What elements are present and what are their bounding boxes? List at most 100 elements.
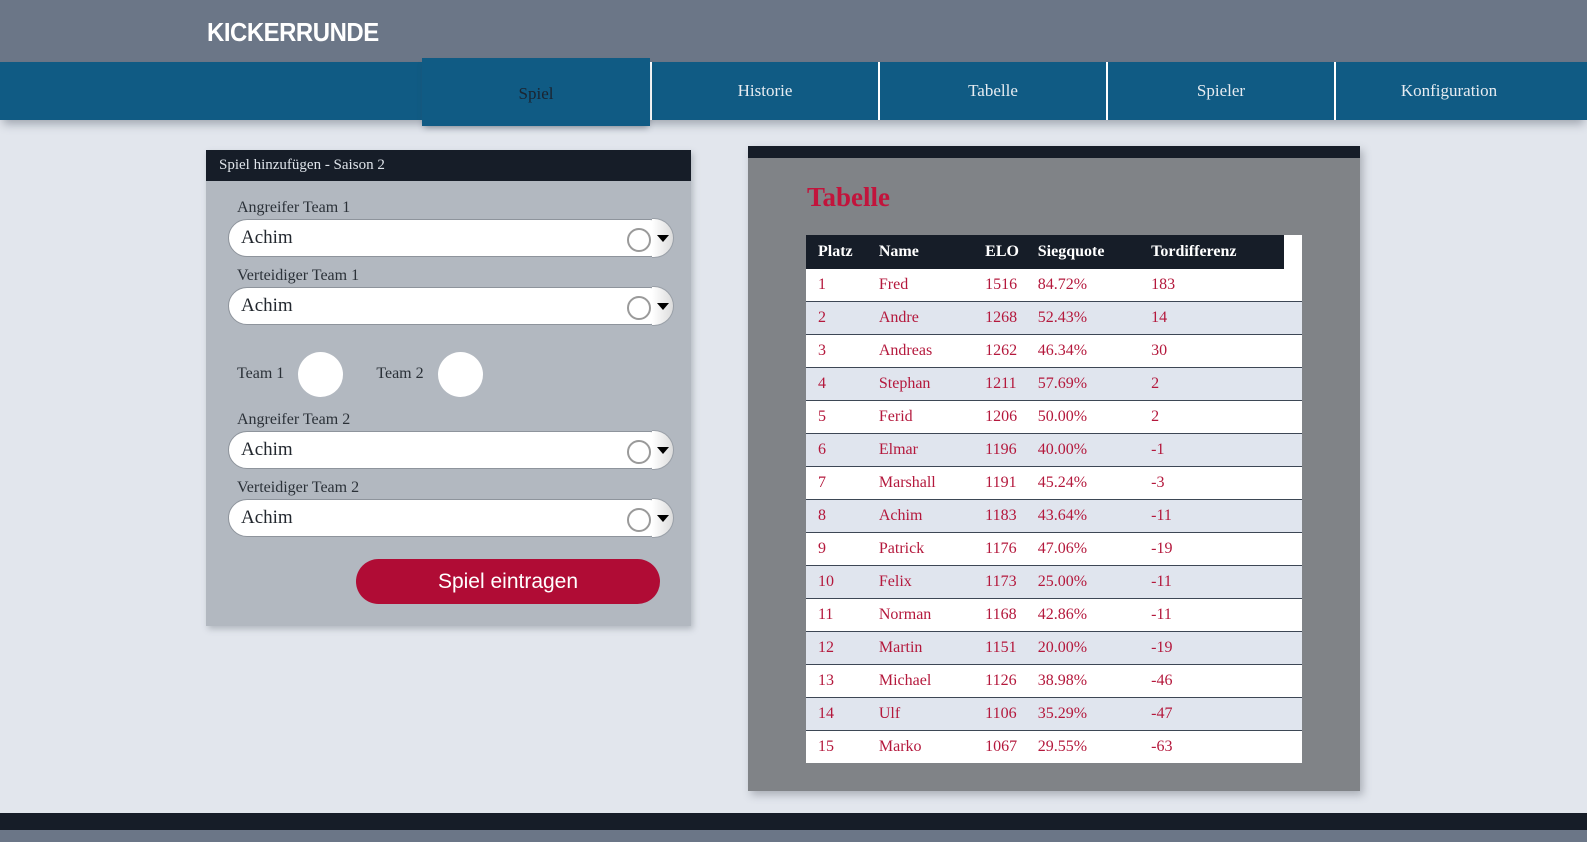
cell-siegquote: 47.06%	[1037, 532, 1152, 566]
cell-siegquote: 52.43%	[1037, 301, 1152, 335]
cell-tordifferenz: 2	[1151, 400, 1284, 434]
column-header-platz[interactable]: Platz	[806, 235, 879, 269]
standings-panel: Tabelle Platz Name ELO Siegquote Tordiff…	[748, 146, 1360, 791]
cell-name: Andre	[878, 301, 986, 335]
submit-game-button[interactable]: Spiel eintragen	[356, 559, 660, 604]
tab-spiel-label: Spiel	[518, 84, 554, 103]
cell-siegquote: 43.64%	[1037, 499, 1152, 533]
select-angreifer-team-2[interactable]: Achim	[228, 431, 669, 469]
cell-gutter	[1283, 565, 1302, 599]
select-verteidiger-team-2[interactable]: Achim	[228, 499, 669, 537]
column-header-siegquote[interactable]: Siegquote	[1037, 235, 1152, 269]
cell-siegquote: 38.98%	[1037, 664, 1152, 698]
table-row[interactable]: 7 Marshall 1191 45.24% -3	[806, 466, 1302, 500]
score-input-team-2[interactable]	[437, 351, 483, 397]
standings-panel-body: Tabelle Platz Name ELO Siegquote Tordiff…	[748, 158, 1360, 791]
cell-elo: 1126	[985, 664, 1038, 698]
cell-tordifferenz: -1	[1151, 433, 1284, 467]
cell-platz: 1	[806, 269, 879, 302]
table-row[interactable]: 4 Stephan 1211 57.69% 2	[806, 367, 1302, 401]
cell-gutter	[1283, 367, 1302, 401]
cell-siegquote: 29.55%	[1037, 738, 1088, 755]
cell-elo: 1176	[985, 532, 1038, 566]
chevron-down-icon-angreifer-team-2[interactable]	[652, 430, 674, 470]
table-row[interactable]: 8 Achim 1183 43.64% -11	[806, 499, 1302, 533]
table-row[interactable]: 3 Andreas 1262 46.34% 30	[806, 334, 1302, 368]
column-header-name[interactable]: Name	[878, 235, 986, 269]
select-wrap-verteidiger-team-1: Achim	[228, 286, 674, 326]
cell-name: Marko	[878, 738, 922, 755]
label-angreifer-team-2: Angreifer Team 2	[237, 411, 351, 428]
cell-tordifferenz: -19	[1151, 532, 1284, 566]
table-row[interactable]: 2 Andre 1268 52.43% 14	[806, 301, 1302, 335]
label-verteidiger-team-1: Verteidiger Team 1	[237, 267, 360, 284]
cell-platz: 3	[806, 334, 879, 368]
select-verteidiger-team-1[interactable]: Achim	[228, 287, 669, 325]
cell-elo: 1516	[985, 269, 1038, 302]
tab-spieler[interactable]: Spieler	[1106, 62, 1334, 120]
cell-name: Marshall	[878, 466, 986, 500]
column-header-elo[interactable]: ELO	[985, 235, 1038, 269]
cell-gutter	[1283, 400, 1302, 434]
cell-platz: 7	[806, 466, 879, 500]
cell-tordifferenz: -11	[1151, 499, 1284, 533]
cell-siegquote: 20.00%	[1037, 631, 1152, 665]
tab-tabelle[interactable]: Tabelle	[878, 62, 1106, 120]
label-team-2: Team 2	[376, 365, 424, 382]
cell-tordifferenz: -63	[1151, 738, 1173, 755]
table-row[interactable]: 10 Felix 1173 25.00% -11	[806, 565, 1302, 599]
cell-name: Achim	[878, 499, 986, 533]
cell-tordifferenz: -46	[1151, 664, 1284, 698]
add-game-panel: Spiel hinzufügen - Saison 2 Angreifer Te…	[206, 150, 691, 626]
label-angreifer-team-1: Angreifer Team 1	[237, 199, 351, 216]
select-angreifer-team-1[interactable]: Achim	[228, 219, 669, 257]
cell-gutter	[1283, 269, 1302, 302]
table-row[interactable]: 14 Ulf 1106 35.29% -47	[806, 697, 1302, 731]
cell-siegquote: 40.00%	[1037, 433, 1152, 467]
cell-tordifferenz: 2	[1151, 367, 1284, 401]
table-row[interactable]: 12 Martin 1151 20.00% -19	[806, 631, 1302, 665]
standings-panel-topbar	[748, 146, 1360, 158]
cell-name: Ferid	[878, 400, 986, 434]
cell-siegquote: 50.00%	[1037, 400, 1152, 434]
column-header-gutter	[1283, 235, 1302, 269]
tab-spieler-label: Spieler	[1196, 81, 1246, 100]
cell-elo: 1151	[985, 631, 1038, 665]
tab-konfiguration[interactable]: Konfiguration	[1334, 62, 1562, 120]
tab-spiel[interactable]: Spiel	[422, 58, 650, 126]
table-row[interactable]: 6 Elmar 1196 40.00% -1	[806, 433, 1302, 467]
cell-elo: 1067	[985, 738, 1018, 755]
table-row[interactable]: 15 Marko 1067 29.55% -63	[806, 730, 1302, 763]
cell-tordifferenz: -11	[1151, 565, 1284, 599]
tab-historie[interactable]: Historie	[650, 62, 878, 120]
submit-row: Spiel eintragen	[228, 559, 669, 604]
cell-name: Fred	[878, 269, 986, 302]
chevron-down-icon-verteidiger-team-1[interactable]	[652, 286, 674, 326]
cell-tordifferenz: -47	[1151, 697, 1284, 731]
table-row[interactable]: 13 Michael 1126 38.98% -46	[806, 664, 1302, 698]
score-input-team-1[interactable]	[298, 351, 344, 397]
cell-elo: 1268	[985, 301, 1038, 335]
column-header-tordifferenz[interactable]: Tordifferenz	[1151, 235, 1284, 269]
brand-logo[interactable]: KICKERRUNDE	[207, 17, 379, 47]
top-header: KICKERRUNDE	[0, 0, 1587, 62]
standings-table-body: 1 Fred 1516 84.72% 183 2 Andre 1268 52.43% 14 3 And…	[806, 269, 1302, 763]
cell-platz: 12	[806, 631, 879, 665]
standings-title: Tabelle	[807, 182, 891, 212]
cell-name: Elmar	[878, 433, 986, 467]
standings-table-scroll[interactable]: Platz Name ELO Siegquote Tordifferenz 1F…	[806, 235, 1302, 763]
add-game-panel-title: Spiel hinzufügen - Saison 2	[206, 150, 691, 181]
cell-siegquote: 42.86%	[1037, 598, 1152, 632]
cell-gutter	[1283, 532, 1302, 566]
chevron-down-icon-verteidiger-team-2[interactable]	[652, 498, 674, 538]
table-row[interactable]: 9 Patrick 1176 47.06% -19	[806, 532, 1302, 566]
cell-siegquote: 25.00%	[1037, 565, 1152, 599]
table-row[interactable]: 11 Norman 1168 42.86% -11	[806, 598, 1302, 632]
chevron-down-icon-angreifer-team-1[interactable]	[652, 218, 674, 258]
table-row[interactable]: 1 Fred 1516 84.72% 183	[806, 269, 1302, 302]
cell-tordifferenz: -3	[1151, 466, 1284, 500]
cell-elo: 1206	[985, 400, 1038, 434]
cell-elo: 1173	[985, 565, 1038, 599]
cell-gutter	[1283, 301, 1302, 335]
table-row[interactable]: 5 Ferid 1206 50.00% 2	[806, 400, 1302, 434]
